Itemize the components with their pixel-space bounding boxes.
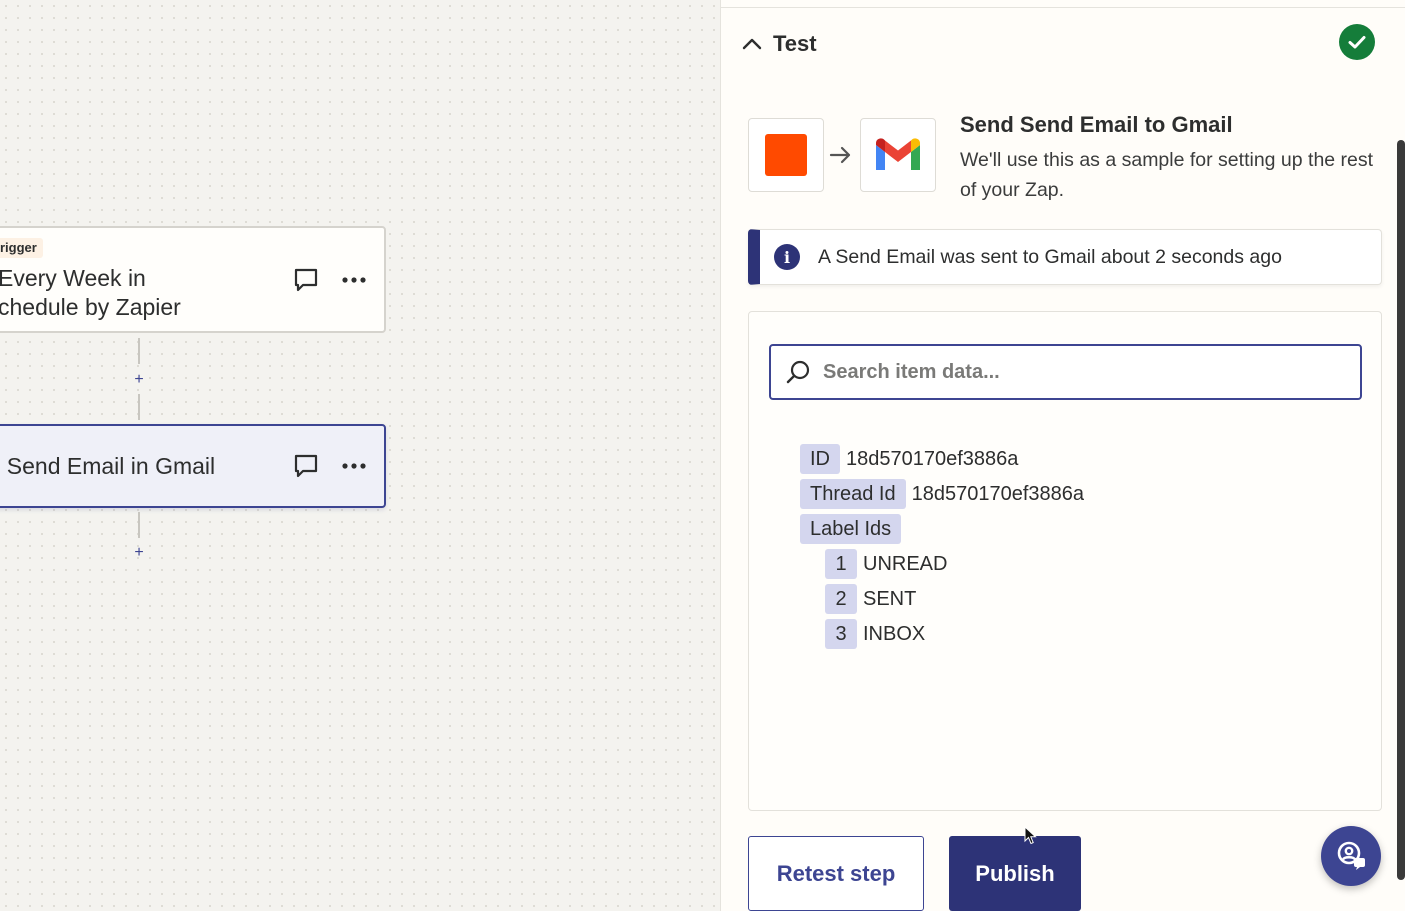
label-value: SENT <box>863 587 917 610</box>
check-circle-icon <box>1339 24 1375 60</box>
trigger-title-line2: chedule by Zapier <box>0 294 181 320</box>
search-icon <box>786 360 810 384</box>
trigger-step-title: Every Week in chedule by Zapier <box>0 264 181 322</box>
gmail-logo <box>876 138 920 170</box>
step-details-panel: Test Send Send Email to Gmail We'll use … <box>720 0 1405 911</box>
info-banner: i A Send Email was sent to Gmail about 2… <box>748 229 1382 285</box>
publish-button[interactable]: Publish <box>949 836 1081 911</box>
item-data-box: ID 18d570170ef3886a Thread Id 18d570170e… <box>748 311 1382 811</box>
connector-line <box>138 394 140 420</box>
connector-line <box>138 512 140 538</box>
data-value: 18d570170ef3886a <box>846 447 1019 470</box>
panel-scrollbar[interactable] <box>1397 140 1405 880</box>
panel-divider <box>721 7 1405 8</box>
search-field[interactable] <box>769 344 1362 400</box>
trigger-title-line1: Every Week in <box>0 265 146 291</box>
info-icon: i <box>774 244 800 270</box>
mouse-cursor-icon <box>1024 826 1037 845</box>
more-horizontal-icon[interactable] <box>340 266 368 294</box>
trigger-step-card[interactable]: rigger Every Week in chedule by Zapier <box>0 226 386 333</box>
action-step-title: . Send Email in Gmail <box>0 453 216 479</box>
trigger-badge: rigger <box>0 238 43 258</box>
label-value: UNREAD <box>863 552 948 575</box>
comment-icon[interactable] <box>292 452 320 480</box>
arrow-right-icon <box>829 146 851 164</box>
label-value: INBOX <box>863 622 926 645</box>
connector-line <box>138 338 140 364</box>
label-index: 3 <box>825 619 857 649</box>
data-key: Label Ids <box>800 514 902 544</box>
comment-icon[interactable] <box>292 266 320 294</box>
sample-description: We'll use this as a sample for setting u… <box>960 149 1374 201</box>
schedule-logo <box>765 134 807 176</box>
sample-title: Send Send Email to Gmail <box>960 112 1233 137</box>
action-step-card[interactable]: . Send Email in Gmail <box>0 424 386 508</box>
search-input[interactable] <box>823 360 1343 384</box>
data-value: 18d570170ef3886a <box>911 482 1085 505</box>
gmail-app-icon <box>860 118 936 192</box>
retest-step-button[interactable]: Retest step <box>748 836 924 911</box>
help-chat-icon[interactable] <box>1321 826 1381 886</box>
data-key: Thread Id <box>800 479 906 509</box>
info-message: A Send Email was sent to Gmail about 2 s… <box>818 245 1282 268</box>
zap-canvas[interactable]: rigger Every Week in chedule by Zapier +… <box>0 0 720 911</box>
test-section-header[interactable]: Test <box>741 28 817 60</box>
label-item: 1 UNREAD <box>825 549 947 579</box>
schedule-app-icon <box>748 118 824 192</box>
data-row-id: ID 18d570170ef3886a <box>800 444 1018 474</box>
data-row-thread-id: Thread Id 18d570170ef3886a <box>800 479 1084 509</box>
label-index: 2 <box>825 584 857 614</box>
label-item: 2 SENT <box>825 584 916 614</box>
add-step-button[interactable]: + <box>132 372 146 388</box>
more-horizontal-icon[interactable] <box>340 452 368 480</box>
chevron-up-icon[interactable] <box>741 33 763 55</box>
label-item: 3 INBOX <box>825 619 925 649</box>
data-row-label-ids[interactable]: Label Ids <box>800 514 902 544</box>
add-step-button[interactable]: + <box>132 545 146 561</box>
test-section-title: Test <box>773 31 817 56</box>
label-index: 1 <box>825 549 857 579</box>
data-key: ID <box>800 444 840 474</box>
